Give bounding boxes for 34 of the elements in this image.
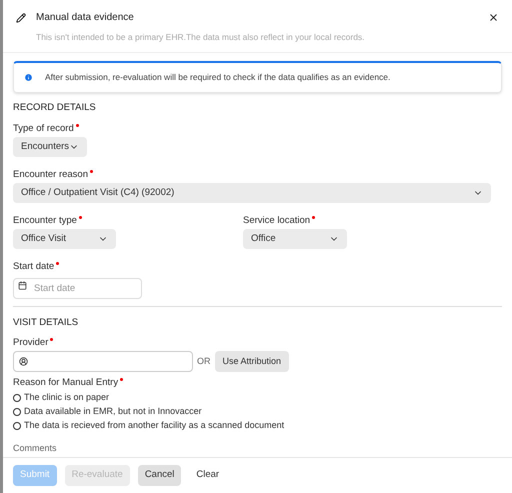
dropdown[interactable]: Office: [243, 228, 347, 249]
pencil-icon: [16, 12, 26, 22]
dialog-title: Manual data evidence: [36, 11, 135, 25]
field-label: Encounter reason: [13, 168, 88, 180]
dropdown[interactable]: Encounters: [13, 136, 87, 157]
user-icon: [19, 356, 28, 366]
field-label: Encounter type: [13, 214, 77, 226]
field-label: Start date: [13, 260, 54, 272]
dropdown[interactable]: Office Visit: [13, 228, 116, 249]
radio-label: The data is recieved from another facility as a scanned document: [24, 420, 284, 432]
field-label: Type of record: [13, 122, 74, 134]
use-attribution-button[interactable]: Use Attribution: [214, 350, 290, 372]
field-label: Reason for Manual Entry: [13, 376, 118, 388]
radio-label: Data available in EMR, but not in Innovaccer: [24, 406, 202, 418]
provider-field[interactable]: [13, 350, 193, 372]
field-label: Provider: [13, 336, 48, 348]
radio-label: The clinic is on paper: [24, 392, 110, 404]
radio-button[interactable]: [13, 422, 21, 430]
section-heading: VISIT DETAILS: [13, 316, 80, 328]
info-text: After submission, re-evaluation will be required to check if the data qualifies as an evidence.: [45, 70, 390, 84]
field-label: Service location: [243, 214, 310, 226]
dialog-subtitle: This isn't intended to be a primary EHR.The data must also reflect in your local records.: [36, 31, 366, 44]
radio-button[interactable]: [13, 394, 21, 402]
section-heading: RECORD DETAILS: [13, 102, 97, 113]
date-field[interactable]: Start date: [13, 278, 142, 299]
dropdown[interactable]: Office / Outpatient Visit (C4) (92002): [13, 182, 491, 203]
radio-button[interactable]: [13, 408, 21, 416]
clear-button[interactable]: Clear: [189, 465, 226, 486]
calendar-icon: [18, 280, 27, 290]
secondary-button[interactable]: Cancel: [138, 465, 182, 486]
close-icon[interactable]: [488, 12, 499, 23]
or-text: OR: [197, 354, 210, 368]
info-icon: [24, 72, 33, 82]
comments-label: Comments: [13, 442, 58, 454]
